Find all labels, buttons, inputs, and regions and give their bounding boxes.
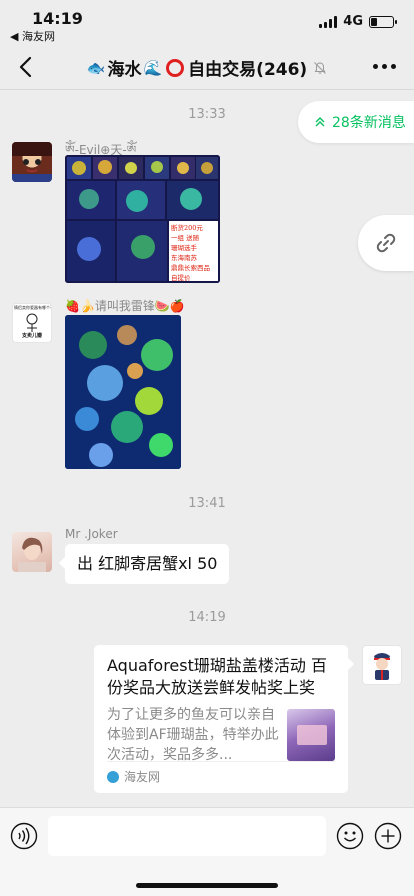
caption-line: 一组 送随: [171, 234, 200, 242]
link-card-description: 为了让更多的鱼友可以亲自体验到AF珊瑚盐，特举办此次活动，奖品多多...: [107, 707, 279, 763]
coral-photo-image: [65, 315, 181, 469]
mute-bell-icon: [314, 61, 327, 74]
sender-name: 🍓🍌请叫我雷锋🍉🍎: [65, 299, 185, 313]
more-options-icon[interactable]: [373, 64, 396, 69]
caption-line: 断货200元: [171, 224, 203, 232]
chat-title-main: 海水: [107, 60, 142, 80]
voice-input-icon[interactable]: [10, 822, 38, 850]
caption-line: 鼎鼎长索西品: [171, 264, 210, 272]
double-chevron-up-icon: [315, 117, 325, 127]
avatar-anime-image: [12, 142, 52, 182]
chat-title-rest: 自由交易(246): [188, 60, 308, 80]
link-card-thumbnail: [286, 709, 335, 761]
timestamp: 13:41: [188, 496, 226, 511]
emoji-icon[interactable]: [336, 822, 364, 850]
my-avatar[interactable]: [362, 645, 402, 685]
timestamp: 14:19: [188, 610, 226, 625]
battery-icon: [369, 15, 397, 28]
new-messages-label: 28条新消息: [332, 115, 406, 131]
new-messages-button[interactable]: 28条新消息: [298, 101, 414, 143]
caption-line: 东海南苏: [171, 254, 197, 262]
caption-line: 自提价: [171, 274, 191, 282]
wave-emoji: 🌊: [143, 58, 163, 77]
sender-name: Mr .Joker: [65, 527, 118, 541]
link-card-body: 为了让更多的鱼友可以亲自体验到AF珊瑚盐，特举办此次活动，奖品多多...: [107, 705, 335, 765]
message-input[interactable]: [48, 816, 326, 856]
message-bubble[interactable]: 出 红脚寄居蟹xl 50: [58, 544, 230, 584]
avatar-officer-image: [374, 653, 390, 680]
add-more-icon[interactable]: [374, 822, 402, 850]
battery-level: [371, 17, 378, 26]
red-circle-icon: [166, 58, 185, 77]
message-image[interactable]: [65, 315, 181, 469]
avatar-photo-image: [18, 537, 46, 572]
avatar[interactable]: [12, 532, 52, 572]
avatar[interactable]: 情侣卖你瓷器有哪个不 支卖儿瓣: [12, 303, 52, 343]
status-time: 14:19: [32, 9, 83, 28]
link-float-button[interactable]: [358, 215, 414, 271]
image-caption: 断货200元 一组 送随 珊瑚选手 东海南苏 鼎鼎长索西品 自提价: [171, 223, 219, 283]
avatar[interactable]: [12, 142, 52, 182]
message-image[interactable]: 断货200元 一组 送随 珊瑚选手 东海南苏 鼎鼎长索西品 自提价: [65, 155, 220, 283]
signal-icon: [319, 15, 338, 28]
link-icon: [376, 233, 396, 253]
home-indicator: [136, 883, 278, 888]
status-indicators: 4G: [319, 14, 397, 29]
network-label: 4G: [343, 14, 363, 29]
chat-message-list[interactable]: 13:33 28条新消息 ༀ-Evil⊕天-ༀ 断货200元 一组 送随 珊瑚选…: [0, 91, 414, 807]
back-arrow-icon[interactable]: [14, 54, 40, 80]
chat-header: 🐟 海水 🌊 自由交易(246): [0, 44, 414, 90]
fish-emoji: 🐟: [86, 58, 106, 77]
link-card-title: Aquaforest珊瑚盐盖楼活动 百份奖品大放送尝鲜发帖奖上奖: [107, 656, 327, 697]
avatar-text: 支卖儿瓣: [21, 333, 42, 339]
back-to-app-link[interactable]: ◀ 海友网: [10, 28, 55, 44]
link-card[interactable]: Aquaforest珊瑚盐盖楼活动 百份奖品大放送尝鲜发帖奖上奖 为了让更多的鱼…: [94, 645, 354, 793]
link-card-source: 海友网: [124, 770, 161, 784]
chat-title: 🐟 海水 🌊 自由交易(246): [60, 55, 354, 80]
link-card-footer: 海友网: [107, 761, 335, 785]
source-logo-icon: [107, 770, 119, 783]
status-bar: 14:19 ◀ 海友网 4G: [0, 0, 414, 44]
caption-line: 珊瑚选手: [171, 244, 197, 252]
